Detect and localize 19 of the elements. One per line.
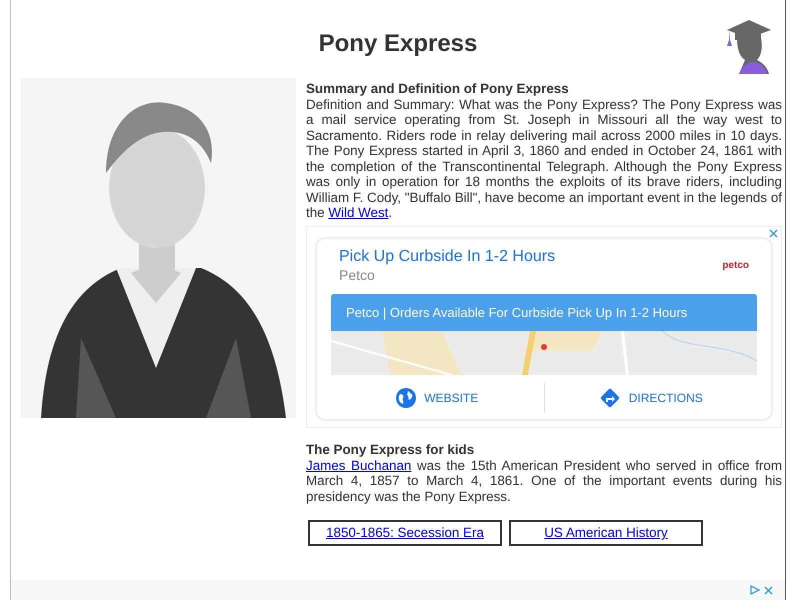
nav-link[interactable]: 1850-1865: Secession Era (326, 525, 484, 541)
advertiser-logo: petco (722, 259, 749, 274)
graduate-icon (725, 18, 771, 74)
wild-west-link[interactable]: Wild West (328, 205, 388, 220)
ad-headline[interactable]: Pick Up Curbside In 1-2 Hours (339, 248, 556, 264)
close-icon[interactable] (764, 586, 773, 594)
section-heading: The Pony Express for kids (306, 442, 476, 458)
kids-paragraph: James Buchanan was the 15th American President who served in office from March 4, 1857 to March 4, 1861. One of the important events during his presidency was the Pony Express. (306, 458, 782, 504)
directions-button[interactable]: DIRECTIONS (544, 383, 757, 413)
nav-link[interactable]: US American History (544, 525, 668, 541)
globe-icon (396, 388, 416, 408)
website-button[interactable]: WEBSITE (331, 383, 544, 413)
close-icon[interactable] (769, 228, 778, 238)
page-title: Pony Express (318, 29, 478, 58)
advertiser-name: Petco (339, 268, 376, 284)
summary-paragraph: Definition and Summary: What was the Pony Express? The Pony Express was a mail service operating from St. Joseph in Missouri all the way west to Sacramento. Riders rode in relay delivering mail across 2000 miles in 10 days. The Pony Express started in April 3, 1860 and ended in October 24, 1861 with the completion of the Transcontinental Telegraph. Although the Pony Express was only in operation for 18 months the exploits of its brave riders, including William F. Cody, "Buffalo Bill", have become an important event in the legends of the Wild West. (306, 96, 782, 220)
james-buchanan-link[interactable]: James Buchanan (306, 458, 412, 472)
section-heading: Summary and Definition of Pony Express (306, 81, 570, 96)
adchoices-icon[interactable] (750, 585, 760, 595)
